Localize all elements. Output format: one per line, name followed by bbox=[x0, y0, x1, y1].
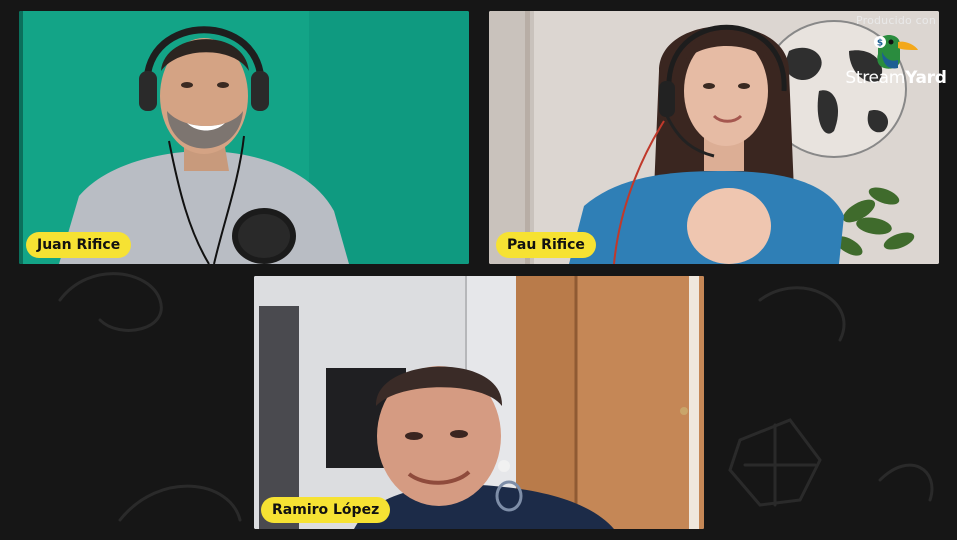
duck-icon: $ bbox=[874, 35, 918, 69]
participant-video-feed bbox=[19, 11, 469, 264]
video-tile-ramiro-lopez[interactable]: Ramiro López bbox=[254, 276, 704, 529]
participant-name-tag: Pau Rifice bbox=[496, 232, 596, 258]
participant-video-feed bbox=[254, 276, 704, 529]
streamyard-wordmark: StreamYard bbox=[845, 68, 947, 88]
streamyard-branding: Producido con $ StreamYard bbox=[842, 14, 950, 100]
video-tile-juan-rifice[interactable]: Juan Rifice bbox=[19, 11, 469, 264]
participant-name-tag: Ramiro López bbox=[261, 497, 391, 523]
produced-with-label: Producido con bbox=[855, 14, 937, 27]
svg-text:$: $ bbox=[877, 39, 883, 49]
participant-name-tag: Juan Rifice bbox=[26, 232, 132, 258]
